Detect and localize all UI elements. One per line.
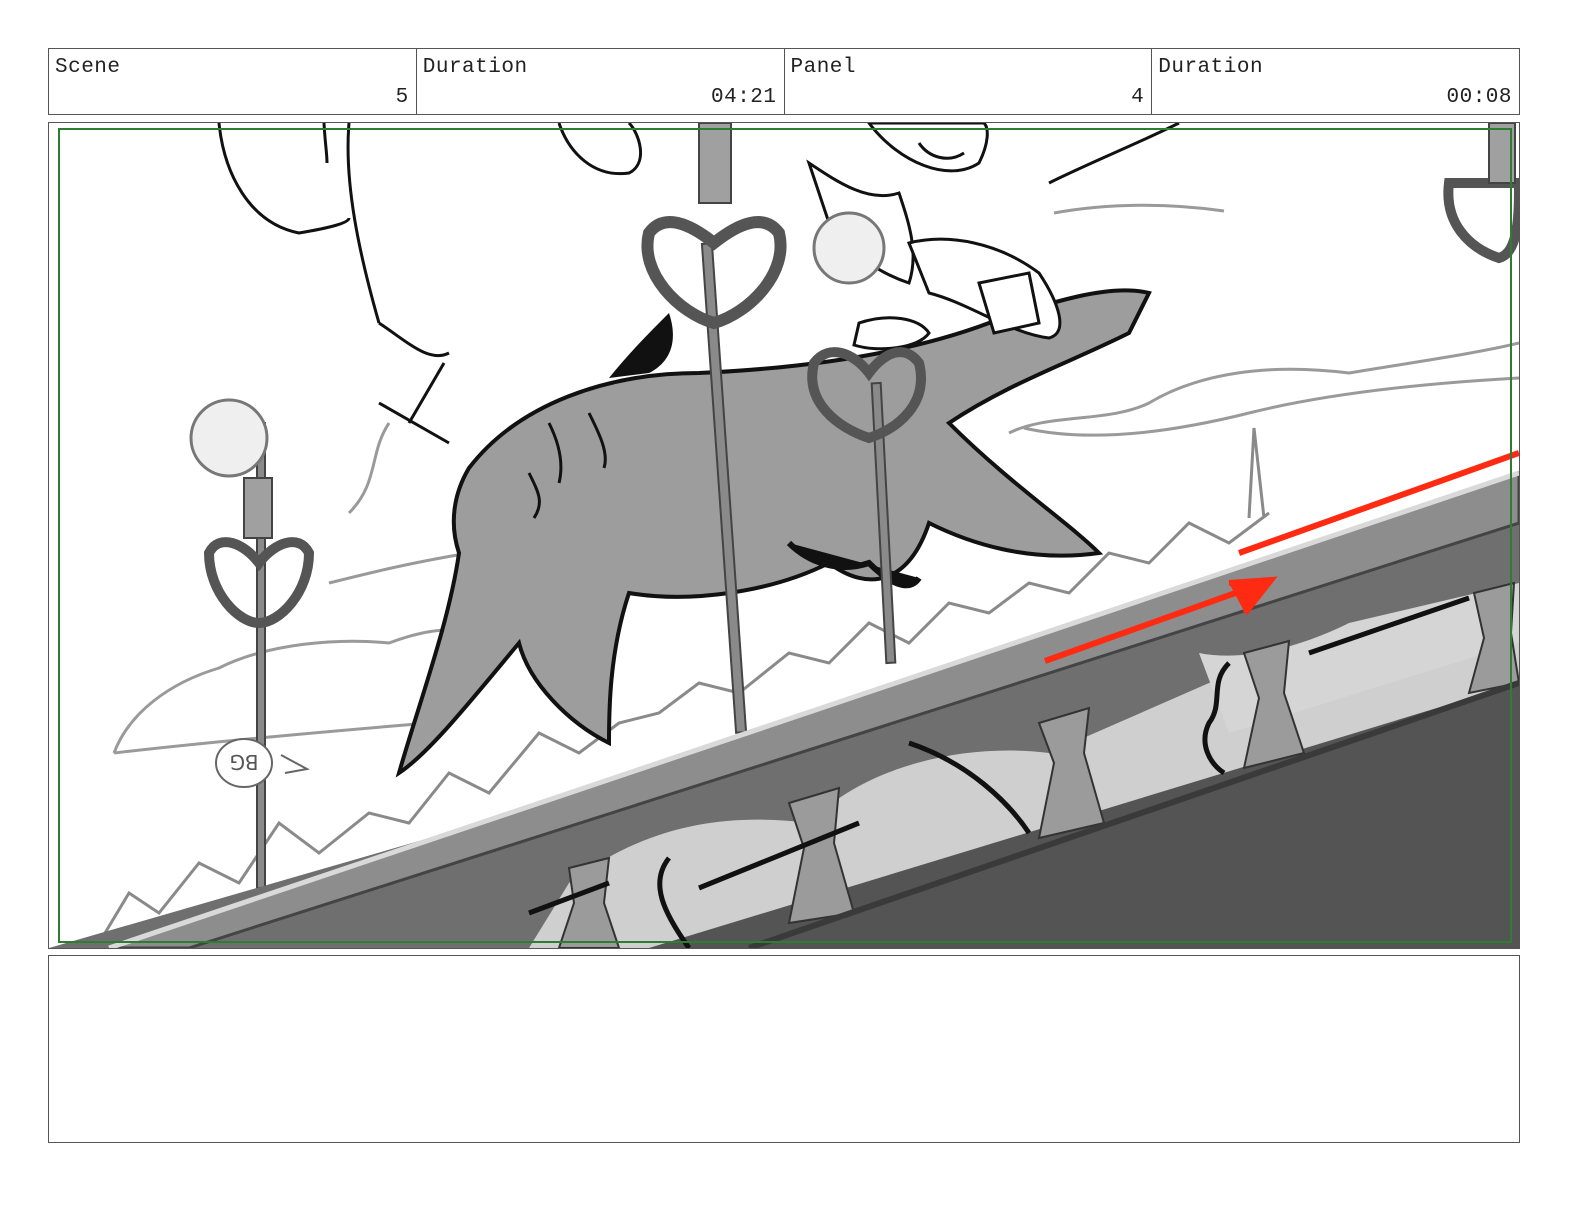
panel-duration-value: 00:08 bbox=[1446, 86, 1512, 109]
scene-number: 5 bbox=[395, 86, 409, 109]
panel-label: Panel bbox=[790, 56, 857, 79]
panel-duration-label: Duration bbox=[1158, 56, 1264, 79]
bg-marker-text: BG bbox=[230, 750, 259, 774]
storyboard-drawing: BG bbox=[49, 123, 1519, 948]
scene-duration-label: Duration bbox=[422, 56, 528, 79]
panel-cell: Panel 4 bbox=[785, 49, 1153, 114]
storyboard-panel-frame: BG bbox=[48, 122, 1520, 949]
panel-duration-cell: Duration 00:08 bbox=[1152, 49, 1519, 114]
scene-cell: Scene 5 bbox=[49, 49, 417, 114]
scene-duration-cell: Duration 04:21 bbox=[417, 49, 785, 114]
panel-info-header: Scene 5 Duration 04:21 Panel 4 Duration … bbox=[48, 48, 1520, 115]
panel-number: 4 bbox=[1131, 86, 1145, 109]
scene-duration-value: 04:21 bbox=[710, 86, 777, 109]
scene-label: Scene bbox=[55, 56, 121, 79]
action-notes-box[interactable] bbox=[48, 955, 1520, 1143]
